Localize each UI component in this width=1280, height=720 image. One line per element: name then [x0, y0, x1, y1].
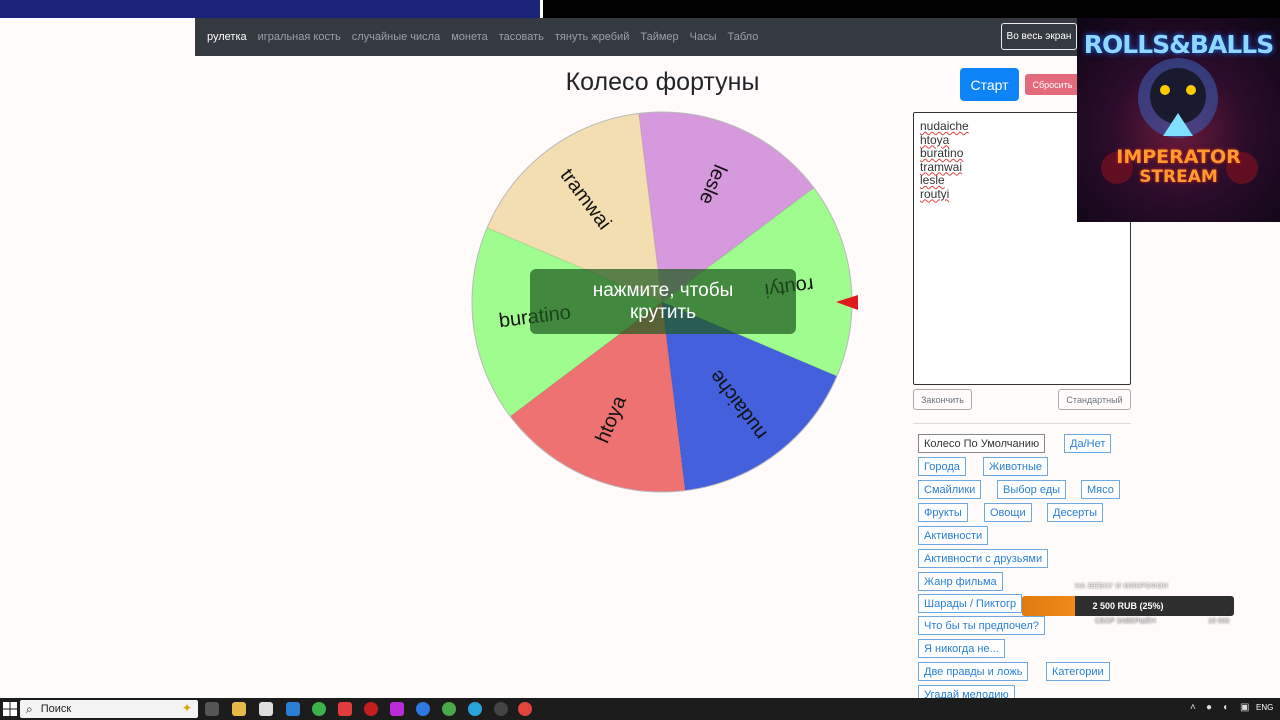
taskbar-search[interactable]: ⌕ Поиск ✦: [20, 700, 198, 718]
spin-overlay-line1: нажмите, чтобы: [592, 279, 734, 301]
preset-vegetables[interactable]: Овощи: [984, 503, 1032, 522]
nav-item-scoreboard[interactable]: Табло: [728, 31, 759, 43]
preset-meat[interactable]: Мясо: [1081, 480, 1120, 499]
stream-logo-top-text: ROLLS&BALLS: [1083, 30, 1274, 59]
chrome-icon[interactable]: [312, 702, 326, 716]
nav-item-draw-lots[interactable]: тянуть жребий: [555, 31, 629, 43]
preset-activities-friends[interactable]: Активности с друзьями: [918, 549, 1049, 568]
preset-food-choice[interactable]: Выбор еды: [997, 480, 1067, 499]
preset-two-truths-lie[interactable]: Две правды и ложь: [918, 662, 1029, 681]
mail-icon[interactable]: [286, 702, 300, 716]
app-icon-green[interactable]: [442, 702, 456, 716]
tray-chevron-icon[interactable]: ˄: [1190, 702, 1196, 713]
stream-logo: ROLLS&BALLS IMPERATOR STREAM: [1077, 18, 1280, 222]
donation-goal-title: НА ВЕБКУ И МИКРОФОН: [1075, 583, 1169, 590]
copilot-sparkle-icon: ✦: [181, 701, 192, 715]
preset-cities[interactable]: Города: [918, 457, 966, 476]
preset-emoji[interactable]: Смайлики: [918, 480, 982, 499]
app-icon-purple[interactable]: [390, 702, 404, 716]
page-title: Колесо фортуны: [565, 68, 760, 96]
preset-categories[interactable]: Категории: [1046, 662, 1110, 681]
nav-item-dice[interactable]: игральная кость: [258, 31, 341, 43]
nav-item-coin[interactable]: монета: [451, 31, 488, 43]
preset-movie-genre[interactable]: Жанр фильма: [918, 572, 1003, 591]
preset-activities[interactable]: Активности: [918, 526, 989, 545]
taskbar-search-placeholder: Поиск: [40, 703, 72, 715]
preset-charades[interactable]: Шарады / Пиктогр: [918, 594, 1022, 613]
top-strip-left: [0, 0, 540, 18]
preset-yes-no[interactable]: Да/Нет: [1064, 434, 1112, 453]
donation-goal-amount: 2 500 RUB (25%): [1092, 601, 1164, 611]
app-icon-blue[interactable]: [416, 702, 430, 716]
spin-overlay-button[interactable]: нажмите, чтобы крутить: [530, 269, 796, 334]
donation-goal-max: 10 000: [1208, 618, 1230, 625]
task-view-icon[interactable]: [205, 702, 219, 716]
top-strip-right: [543, 0, 1280, 18]
search-icon: ⌕: [26, 701, 33, 716]
fullscreen-button[interactable]: Во весь экран: [1001, 23, 1077, 50]
nav-item-shuffle[interactable]: тасовать: [499, 31, 544, 43]
finish-button[interactable]: Закончить: [913, 389, 972, 410]
language-indicator[interactable]: ENG: [1256, 703, 1273, 712]
nav-item-timer[interactable]: Таймер: [640, 31, 678, 43]
opera-icon[interactable]: [364, 702, 378, 716]
stream-logo-bottom-text-1: IMPERATOR: [1116, 146, 1241, 168]
stream-logo-bottom-text-2: STREAM: [1139, 167, 1218, 187]
file-explorer-icon[interactable]: [232, 702, 246, 716]
yandex-browser-icon[interactable]: [518, 702, 532, 716]
donation-goal-bar: 2 500 RUB (25%): [1022, 596, 1234, 616]
app-icon[interactable]: [259, 702, 273, 716]
preset-would-you-rather[interactable]: Что бы ты предпочел?: [918, 616, 1045, 635]
windows-start-icon[interactable]: [3, 702, 17, 716]
volume-icon[interactable]: ◖: [1222, 702, 1228, 713]
telegram-icon[interactable]: [468, 702, 482, 716]
nav-item-roulette[interactable]: рулетка: [207, 31, 247, 43]
nav-item-random-numbers[interactable]: случайные числа: [352, 31, 440, 43]
panel-divider: [913, 423, 1131, 424]
obs-icon[interactable]: [494, 702, 508, 716]
preset-never-have-i-ever[interactable]: Я никогда не...: [918, 639, 1005, 658]
standard-button[interactable]: Стандартный: [1058, 389, 1131, 410]
preset-desserts[interactable]: Десерты: [1047, 503, 1104, 522]
taskbar: ⌕ Поиск ✦ ˄ ● ◖ ▣ ENG: [0, 698, 1280, 720]
network-icon[interactable]: ▣: [1240, 702, 1249, 713]
donation-goal-status: СБОР ЗАВЕРШЁН: [1095, 618, 1156, 625]
reset-button[interactable]: Сбросить: [1025, 74, 1080, 95]
preset-animals[interactable]: Животные: [983, 457, 1049, 476]
preset-default-wheel[interactable]: Колесо По Умолчанию: [918, 434, 1046, 453]
nav-item-clock[interactable]: Часы: [690, 31, 717, 43]
spin-overlay-line2: крутить: [629, 301, 697, 323]
preset-fruits[interactable]: Фрукты: [918, 503, 968, 522]
start-button[interactable]: Старт: [960, 68, 1019, 101]
microphone-icon[interactable]: ●: [1206, 702, 1212, 713]
yandex-icon[interactable]: [338, 702, 352, 716]
